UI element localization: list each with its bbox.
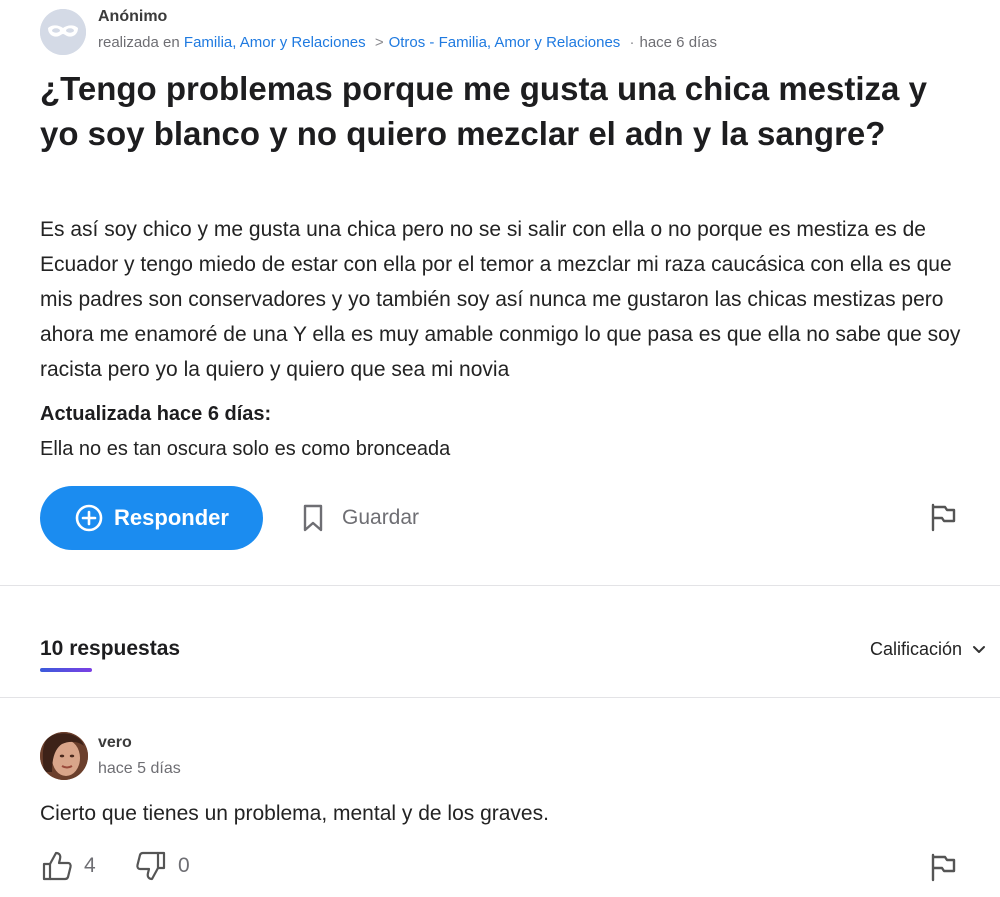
meta-dot: ·: [629, 34, 635, 51]
flag-icon: [931, 853, 956, 882]
answer-text: Cierto que tienes un problema, mental y …: [40, 802, 549, 825]
respond-button[interactable]: Responder: [40, 486, 263, 550]
breadcrumb-separator: >: [374, 34, 384, 51]
report-question-button[interactable]: [927, 501, 959, 533]
respond-label: Responder: [114, 505, 229, 530]
chevron-down-icon: [973, 645, 985, 653]
subcategory-link[interactable]: Otros - Familia, Amor y Relaciones: [389, 34, 621, 51]
plus-circle-icon: [75, 504, 103, 532]
update-label: Actualizada hace 6 días:: [40, 403, 272, 425]
answers-count: 10 respuestas: [40, 637, 181, 660]
dislike-count: 0: [178, 854, 190, 877]
bookmark-icon: [303, 504, 323, 532]
save-label: Guardar: [342, 506, 420, 529]
thumbs-down-icon: [136, 851, 166, 881]
question-time: hace 6 días: [639, 34, 718, 51]
user-photo-icon: [40, 732, 88, 780]
question-author: Anónimo: [98, 8, 168, 25]
section-divider: [0, 585, 1000, 586]
question-body: Es así soy chico y me gusta una chica pe…: [40, 218, 961, 381]
meta-prefix: realizada en: [98, 34, 180, 51]
update-text: Ella no es tan oscura solo es como bronc…: [40, 438, 451, 460]
like-count: 4: [84, 854, 96, 877]
dislike-button[interactable]: 0: [134, 849, 190, 883]
question-header: Anónimo realizada en Familia, Amor y Rel…: [40, 6, 960, 55]
thumbs-up-icon: [42, 851, 72, 881]
answer-time: hace 5 días: [98, 760, 181, 777]
anonymous-avatar: [40, 9, 86, 55]
answers-divider: [0, 697, 1000, 698]
report-answer-button[interactable]: [927, 851, 959, 883]
save-button[interactable]: Guardar: [298, 496, 419, 540]
sort-label: Calificación: [869, 639, 962, 659]
category-link[interactable]: Familia, Amor y Relaciones: [184, 34, 366, 51]
answer-avatar[interactable]: [40, 732, 88, 780]
question-title: ¿Tengo problemas porque me gusta una chi…: [40, 70, 927, 152]
answers-tab-underline: [40, 668, 92, 672]
like-button[interactable]: 4: [40, 849, 96, 883]
question-meta: realizada en Familia, Amor y Relaciones …: [98, 34, 717, 51]
sort-dropdown[interactable]: Calificación: [870, 639, 986, 660]
answer-author[interactable]: vero: [98, 734, 132, 752]
mask-icon: [40, 9, 86, 55]
flag-icon: [931, 503, 956, 532]
